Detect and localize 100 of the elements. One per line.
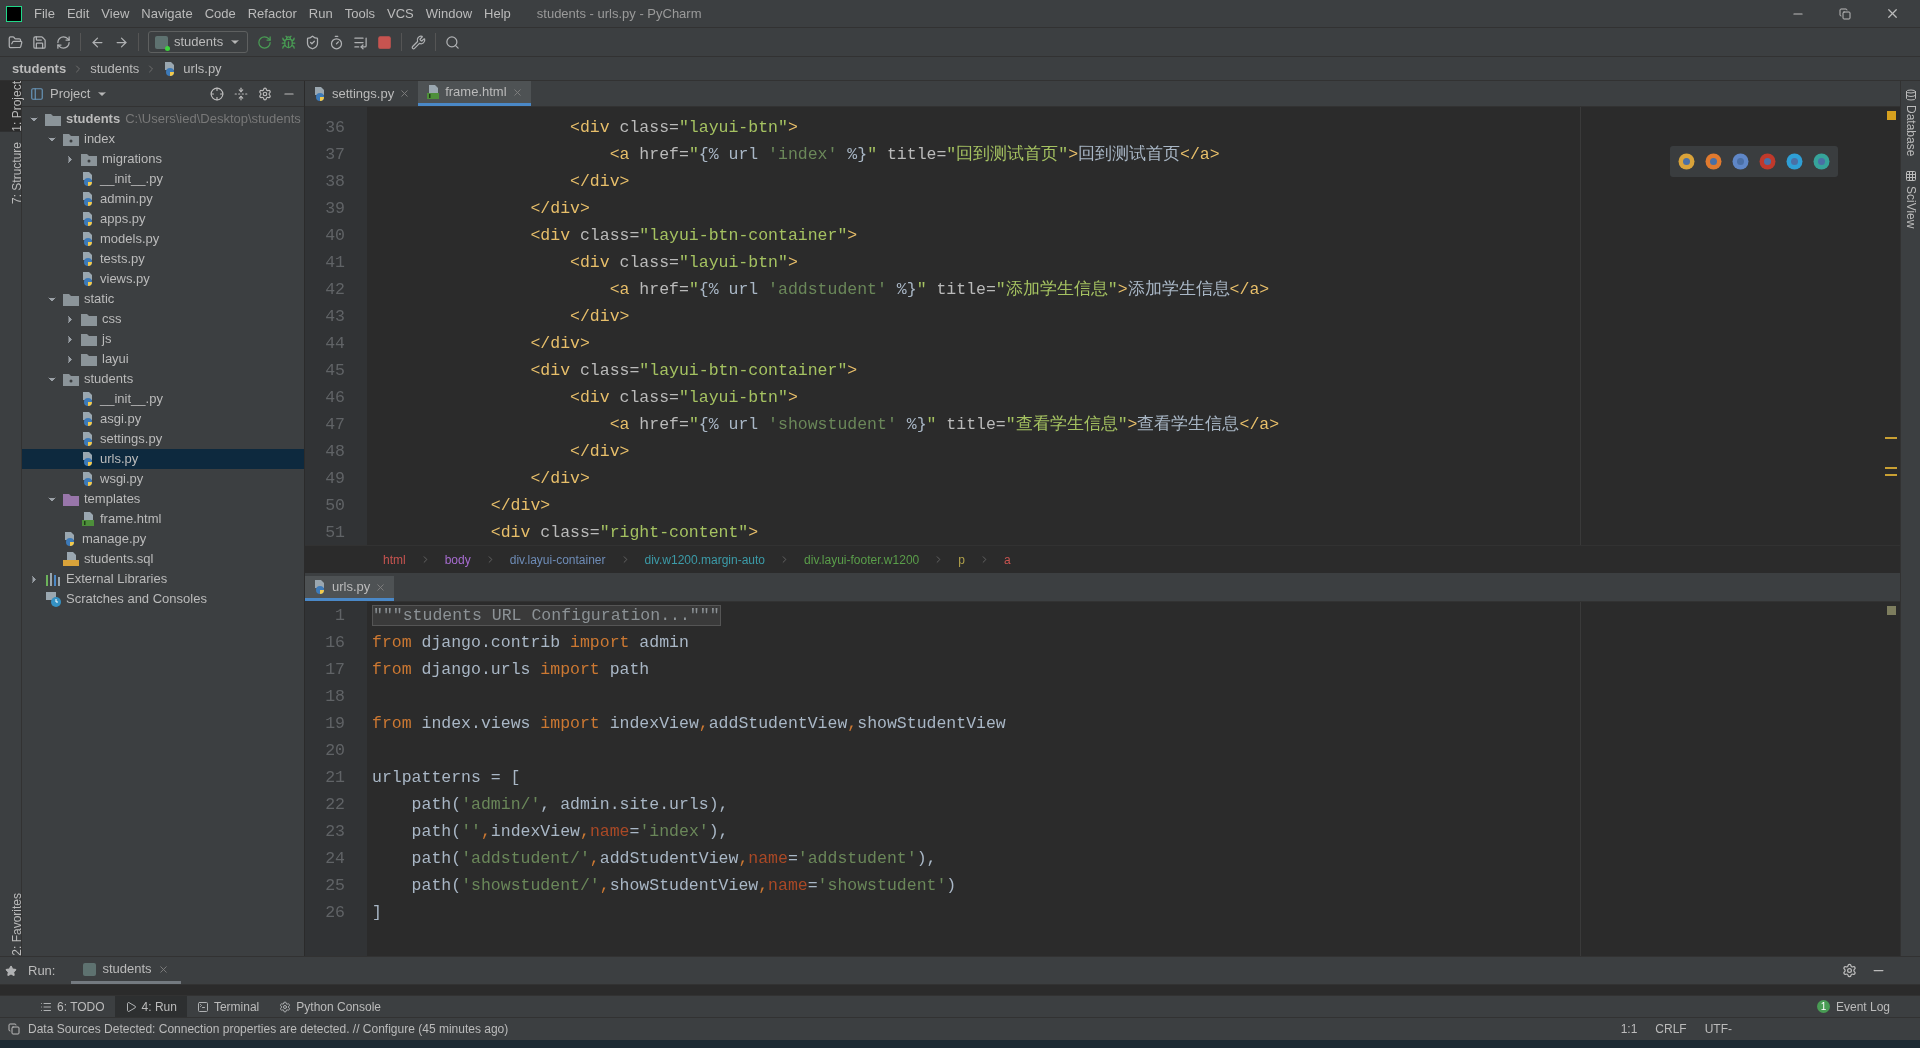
tree-item[interactable]: views.py bbox=[22, 269, 304, 289]
nav-crumb[interactable]: urls.py bbox=[183, 58, 222, 79]
tree-item[interactable]: asgi.py bbox=[22, 409, 304, 429]
toolbar-icon[interactable] bbox=[8, 34, 23, 50]
menu-item[interactable]: File bbox=[28, 3, 61, 24]
breadcrumb-item[interactable]: p bbox=[958, 550, 965, 569]
toolbar-icon[interactable] bbox=[114, 34, 129, 50]
menu-item[interactable]: View bbox=[95, 3, 136, 24]
editor-tab[interactable]: settings.py bbox=[305, 81, 419, 106]
status-message[interactable]: Data Sources Detected: Connection properties are detected. // Configure (45 minutes ago) bbox=[28, 1020, 509, 1038]
tree-item[interactable]: __init__.py bbox=[22, 169, 304, 189]
close-icon[interactable] bbox=[157, 963, 169, 975]
tree-item[interactable]: students.sql bbox=[22, 549, 304, 569]
nav-crumb[interactable]: students bbox=[90, 58, 140, 79]
menu-item[interactable]: Tools bbox=[338, 3, 382, 24]
menu-item[interactable]: Refactor bbox=[241, 3, 303, 24]
tree-item[interactable]: admin.py bbox=[22, 189, 304, 209]
status-item[interactable]: UTF- bbox=[1704, 1020, 1732, 1038]
browser-icon[interactable] bbox=[1786, 153, 1803, 170]
restore-icon[interactable] bbox=[1839, 7, 1851, 20]
tree-item[interactable]: apps.py bbox=[22, 209, 304, 229]
panel-title[interactable]: Project bbox=[50, 83, 91, 104]
breadcrumb-item[interactable]: a bbox=[1003, 550, 1011, 569]
breadcrumb-item[interactable]: body bbox=[444, 550, 471, 569]
run-list-icon[interactable] bbox=[353, 34, 369, 50]
status-item[interactable]: 1:1 bbox=[1620, 1020, 1638, 1038]
locate-icon[interactable] bbox=[210, 86, 224, 101]
coverage-icon[interactable] bbox=[305, 34, 321, 50]
menu-item[interactable]: Help bbox=[478, 3, 517, 24]
tree-item[interactable]: models.py bbox=[22, 229, 304, 249]
browser-icon[interactable] bbox=[1759, 153, 1776, 170]
tree-item[interactable]: static bbox=[22, 289, 304, 309]
code-line: <div class="right-content"> bbox=[489, 522, 760, 544]
menu-item[interactable]: Navigate bbox=[135, 3, 199, 24]
toolbar-icon[interactable] bbox=[32, 34, 47, 50]
rerun-icon[interactable] bbox=[257, 34, 273, 50]
stop-icon[interactable] bbox=[377, 34, 393, 50]
close-icon[interactable] bbox=[399, 88, 411, 99]
tree-item[interactable]: templates bbox=[22, 489, 304, 509]
tool-tab[interactable]: 4: Run bbox=[114, 996, 187, 1017]
tree-item[interactable]: manage.py bbox=[22, 529, 304, 549]
grid-icon[interactable] bbox=[1904, 170, 1917, 183]
browser-icon[interactable] bbox=[1705, 153, 1722, 170]
tree-item[interactable]: wsgi.py bbox=[22, 469, 304, 489]
browser-icon[interactable] bbox=[1732, 153, 1749, 170]
tool-window-button[interactable]: 7: Structure bbox=[0, 141, 21, 204]
tree-item[interactable]: tests.py bbox=[22, 249, 304, 269]
database-icon[interactable] bbox=[1904, 89, 1917, 101]
profile-icon[interactable] bbox=[329, 34, 345, 50]
tree-item[interactable]: layui bbox=[22, 349, 304, 369]
menu-item[interactable]: VCS bbox=[381, 3, 420, 24]
toolbar-icon[interactable] bbox=[90, 34, 105, 50]
breadcrumb-item[interactable]: div.w1200.margin-auto bbox=[644, 550, 766, 569]
tree-item[interactable]: __init__.py bbox=[22, 389, 304, 409]
tool-window-button[interactable]: SciView bbox=[1901, 186, 1920, 229]
tree-item[interactable]: External Libraries bbox=[22, 569, 304, 589]
browser-icon[interactable] bbox=[1813, 153, 1830, 170]
tree-item[interactable]: urls.py bbox=[22, 449, 304, 469]
menu-item[interactable]: Code bbox=[198, 3, 242, 24]
tool-icon bbox=[40, 1000, 52, 1013]
tree-item[interactable]: migrations bbox=[22, 149, 304, 169]
settings-wrench-icon[interactable] bbox=[411, 34, 427, 50]
tree-item[interactable]: js bbox=[22, 329, 304, 349]
toolbar-icon[interactable] bbox=[56, 34, 71, 50]
tree-item[interactable]: frame.html bbox=[22, 509, 304, 529]
tree-item[interactable]: Scratches and Consoles bbox=[22, 589, 304, 609]
run-config-dropdown[interactable]: students bbox=[148, 31, 249, 53]
tool-tab[interactable]: Terminal bbox=[186, 996, 270, 1017]
editor-tab[interactable]: frame.html bbox=[418, 81, 531, 106]
nav-crumb[interactable]: students bbox=[12, 58, 67, 79]
html-file-icon bbox=[81, 511, 95, 527]
search-icon[interactable] bbox=[445, 34, 461, 50]
breadcrumb-item[interactable]: div.layui-footer.w1200 bbox=[804, 550, 920, 569]
code-line: <div class="layui-btn"> bbox=[569, 117, 799, 139]
breadcrumb-item[interactable]: div.layui-container bbox=[509, 550, 606, 569]
tree-item[interactable]: students C:\Users\ied\Desktop\students bbox=[22, 109, 304, 129]
menu-item[interactable]: Edit bbox=[60, 3, 96, 24]
close-icon[interactable] bbox=[1885, 6, 1900, 21]
tool-window-button[interactable]: Database bbox=[1901, 105, 1920, 157]
browser-icon[interactable] bbox=[1678, 153, 1695, 170]
menu-item[interactable]: Window bbox=[419, 3, 479, 24]
breadcrumb-item[interactable]: html bbox=[383, 550, 406, 569]
tree-item[interactable]: students bbox=[22, 369, 304, 389]
python-file-icon bbox=[81, 191, 95, 207]
settings-icon[interactable] bbox=[1842, 963, 1857, 978]
settings-icon[interactable] bbox=[258, 86, 272, 101]
collapse-all-icon[interactable] bbox=[234, 86, 248, 101]
notification-count: 1 bbox=[1816, 1000, 1830, 1013]
favorites-star-icon[interactable] bbox=[5, 964, 17, 977]
bug-icon[interactable] bbox=[281, 34, 297, 50]
tree-item[interactable]: css bbox=[22, 309, 304, 329]
tree-item[interactable]: settings.py bbox=[22, 429, 304, 449]
editor-tab[interactable]: urls.py bbox=[305, 576, 395, 601]
tool-tab[interactable]: Python Console bbox=[269, 996, 392, 1017]
event-log-button[interactable]: Event Log bbox=[1835, 997, 1890, 1016]
status-item[interactable]: CRLF bbox=[1655, 1020, 1687, 1038]
tool-tab[interactable]: 6: TODO bbox=[30, 996, 115, 1017]
tree-item[interactable]: index bbox=[22, 129, 304, 149]
menu-item[interactable]: Run bbox=[302, 3, 339, 24]
tool-window-button[interactable]: 2: Favorites bbox=[0, 893, 21, 956]
